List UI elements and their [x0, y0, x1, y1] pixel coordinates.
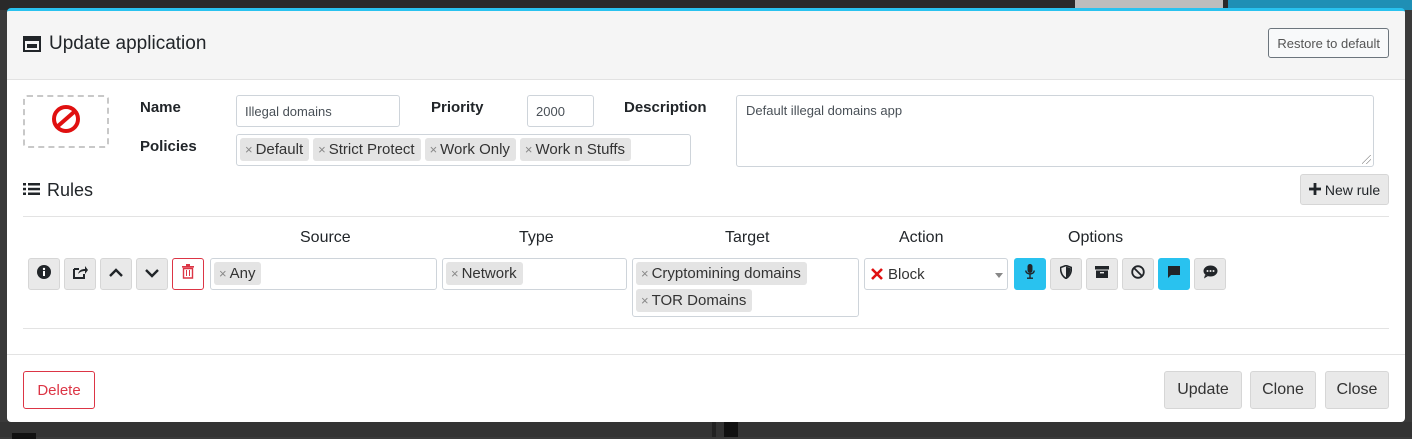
chevron-down-icon: [145, 265, 159, 283]
message-square-icon: [1167, 265, 1181, 284]
background-bottom-strip: [0, 422, 1412, 439]
chevron-down-icon: [995, 273, 1003, 278]
policy-tag: × Strict Protect: [313, 138, 421, 161]
update-application-modal: Update application Restore to default Na…: [7, 8, 1405, 422]
rule-move-down-button[interactable]: [136, 258, 168, 290]
column-header-action: Action: [899, 229, 944, 246]
description-text: Default illegal domains app: [746, 103, 903, 118]
policy-tag-label: Work n Stuffs: [535, 141, 625, 158]
background-block: [12, 433, 36, 439]
plus-icon: [1308, 182, 1321, 198]
policies-select[interactable]: × Default × Strict Protect × Work Only × Wor…: [236, 134, 691, 166]
policy-tag: × Work Only: [424, 138, 516, 161]
restore-default-button[interactable]: Restore to default: [1268, 28, 1389, 58]
priority-input[interactable]: 2000: [527, 95, 594, 127]
delete-button[interactable]: Delete: [23, 371, 95, 409]
target-tag: × Cryptomining domains: [636, 262, 807, 285]
description-textarea[interactable]: Default illegal domains app: [736, 95, 1374, 167]
remove-tag-icon[interactable]: ×: [318, 142, 326, 157]
column-header-source: Source: [300, 229, 351, 246]
target-select[interactable]: × Cryptomining domains × TOR Domains: [632, 258, 859, 317]
rules-title-text: Rules: [47, 180, 94, 200]
cross-icon: [871, 268, 883, 280]
ban-icon: [1131, 264, 1145, 284]
clone-button[interactable]: Clone: [1250, 371, 1316, 409]
action-value: Block: [888, 265, 925, 283]
remove-tag-icon[interactable]: ×: [245, 142, 253, 157]
description-label: Description: [624, 99, 707, 116]
rules-heading: Rules: [23, 180, 93, 201]
background-block: [724, 422, 738, 437]
modal-header: Update application Restore to default: [7, 11, 1405, 80]
remove-tag-icon[interactable]: ×: [219, 266, 227, 281]
divider: [23, 216, 1389, 217]
background-block: [712, 422, 716, 437]
remove-tag-icon[interactable]: ×: [451, 266, 459, 281]
block-icon: [51, 104, 81, 139]
source-tag: × Any: [214, 262, 262, 285]
microphone-icon: [1025, 264, 1035, 284]
target-tag-label: TOR Domains: [651, 292, 747, 309]
divider: [23, 328, 1389, 329]
rule-share-button[interactable]: [64, 258, 96, 290]
archive-icon: [1095, 265, 1109, 283]
close-button[interactable]: Close: [1325, 371, 1389, 409]
source-tag-label: Any: [229, 265, 256, 282]
application-icon: [23, 36, 41, 52]
name-input[interactable]: Illegal domains: [236, 95, 400, 127]
share-icon: [72, 265, 88, 284]
trash-icon: [182, 264, 194, 284]
policy-tag: × Default: [240, 138, 310, 161]
new-rule-label: New rule: [1324, 181, 1381, 198]
action-select[interactable]: Block: [864, 258, 1008, 290]
remove-tag-icon[interactable]: ×: [641, 266, 649, 281]
target-tag: × TOR Domains: [636, 289, 753, 312]
list-icon: [23, 180, 40, 201]
policy-tag: × Work n Stuffs: [519, 138, 631, 161]
column-header-options: Options: [1068, 229, 1124, 246]
rule-move-up-button[interactable]: [100, 258, 132, 290]
remove-tag-icon[interactable]: ×: [525, 142, 533, 157]
option-archive-toggle[interactable]: [1086, 258, 1118, 290]
update-button[interactable]: Update: [1164, 371, 1242, 409]
policy-tag-label: Default: [255, 141, 304, 158]
option-block-toggle[interactable]: [1122, 258, 1154, 290]
chevron-up-icon: [109, 265, 123, 283]
policy-tag-label: Strict Protect: [328, 141, 415, 158]
policies-label: Policies: [140, 138, 197, 155]
column-header-target: Target: [725, 229, 770, 246]
option-message-toggle[interactable]: [1158, 258, 1190, 290]
info-icon: [37, 264, 51, 284]
target-tag-label: Cryptomining domains: [651, 265, 801, 282]
resize-handle[interactable]: [1362, 155, 1371, 164]
new-rule-button[interactable]: New rule: [1300, 174, 1389, 205]
type-tag-label: Network: [461, 265, 517, 282]
rule-delete-button[interactable]: [172, 258, 204, 290]
policy-tag-label: Work Only: [440, 141, 510, 158]
option-comment-toggle[interactable]: [1194, 258, 1226, 290]
modal-title: Update application: [23, 33, 206, 55]
rule-info-button[interactable]: [28, 258, 60, 290]
option-shield-toggle[interactable]: [1050, 258, 1082, 290]
priority-label: Priority: [431, 99, 484, 116]
type-select[interactable]: × Network: [442, 258, 627, 290]
column-header-type: Type: [519, 229, 554, 246]
name-label: Name: [140, 99, 181, 116]
app-icon-picker[interactable]: [23, 95, 109, 148]
source-select[interactable]: × Any: [210, 258, 437, 290]
remove-tag-icon[interactable]: ×: [430, 142, 438, 157]
type-tag: × Network: [446, 262, 523, 285]
option-audio-toggle[interactable]: [1014, 258, 1046, 290]
shield-icon: [1059, 264, 1073, 284]
remove-tag-icon[interactable]: ×: [641, 293, 649, 308]
comment-dots-icon: [1203, 265, 1218, 284]
modal-title-text: Update application: [49, 33, 207, 54]
